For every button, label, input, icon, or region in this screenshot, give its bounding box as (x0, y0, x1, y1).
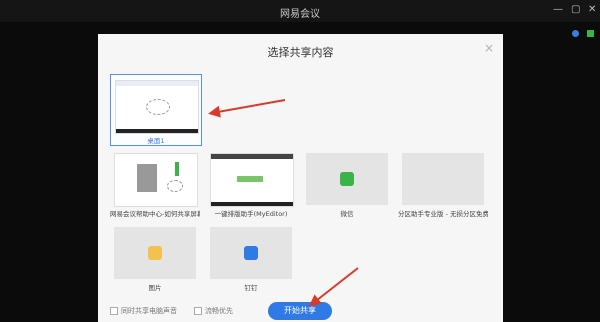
annotation-arrows (208, 99, 359, 307)
arrow-to-desktop (208, 99, 286, 118)
arrow-to-start-button (308, 267, 359, 307)
